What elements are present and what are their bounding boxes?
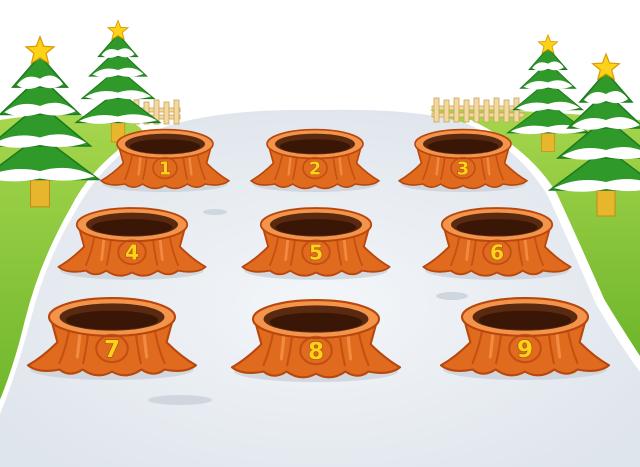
ice-shadow	[203, 209, 227, 215]
stump-number-7: 7	[104, 337, 120, 363]
stump-number-3: 3	[457, 159, 469, 179]
game-stage: 1 2 3 4 5 6 7 8 9	[0, 0, 640, 467]
stump-number-5: 5	[309, 241, 323, 265]
ice-shadow	[148, 395, 212, 405]
stump-number-4: 4	[125, 241, 139, 265]
ice-shadow	[436, 292, 468, 300]
stump-number-6: 6	[490, 241, 504, 265]
stump-number-2: 2	[309, 159, 321, 179]
game-scene: 1 2 3 4 5 6 7 8 9	[0, 0, 640, 467]
stump-number-1: 1	[159, 159, 171, 179]
stump-number-8: 8	[308, 339, 324, 365]
stump-number-9: 9	[517, 337, 533, 363]
